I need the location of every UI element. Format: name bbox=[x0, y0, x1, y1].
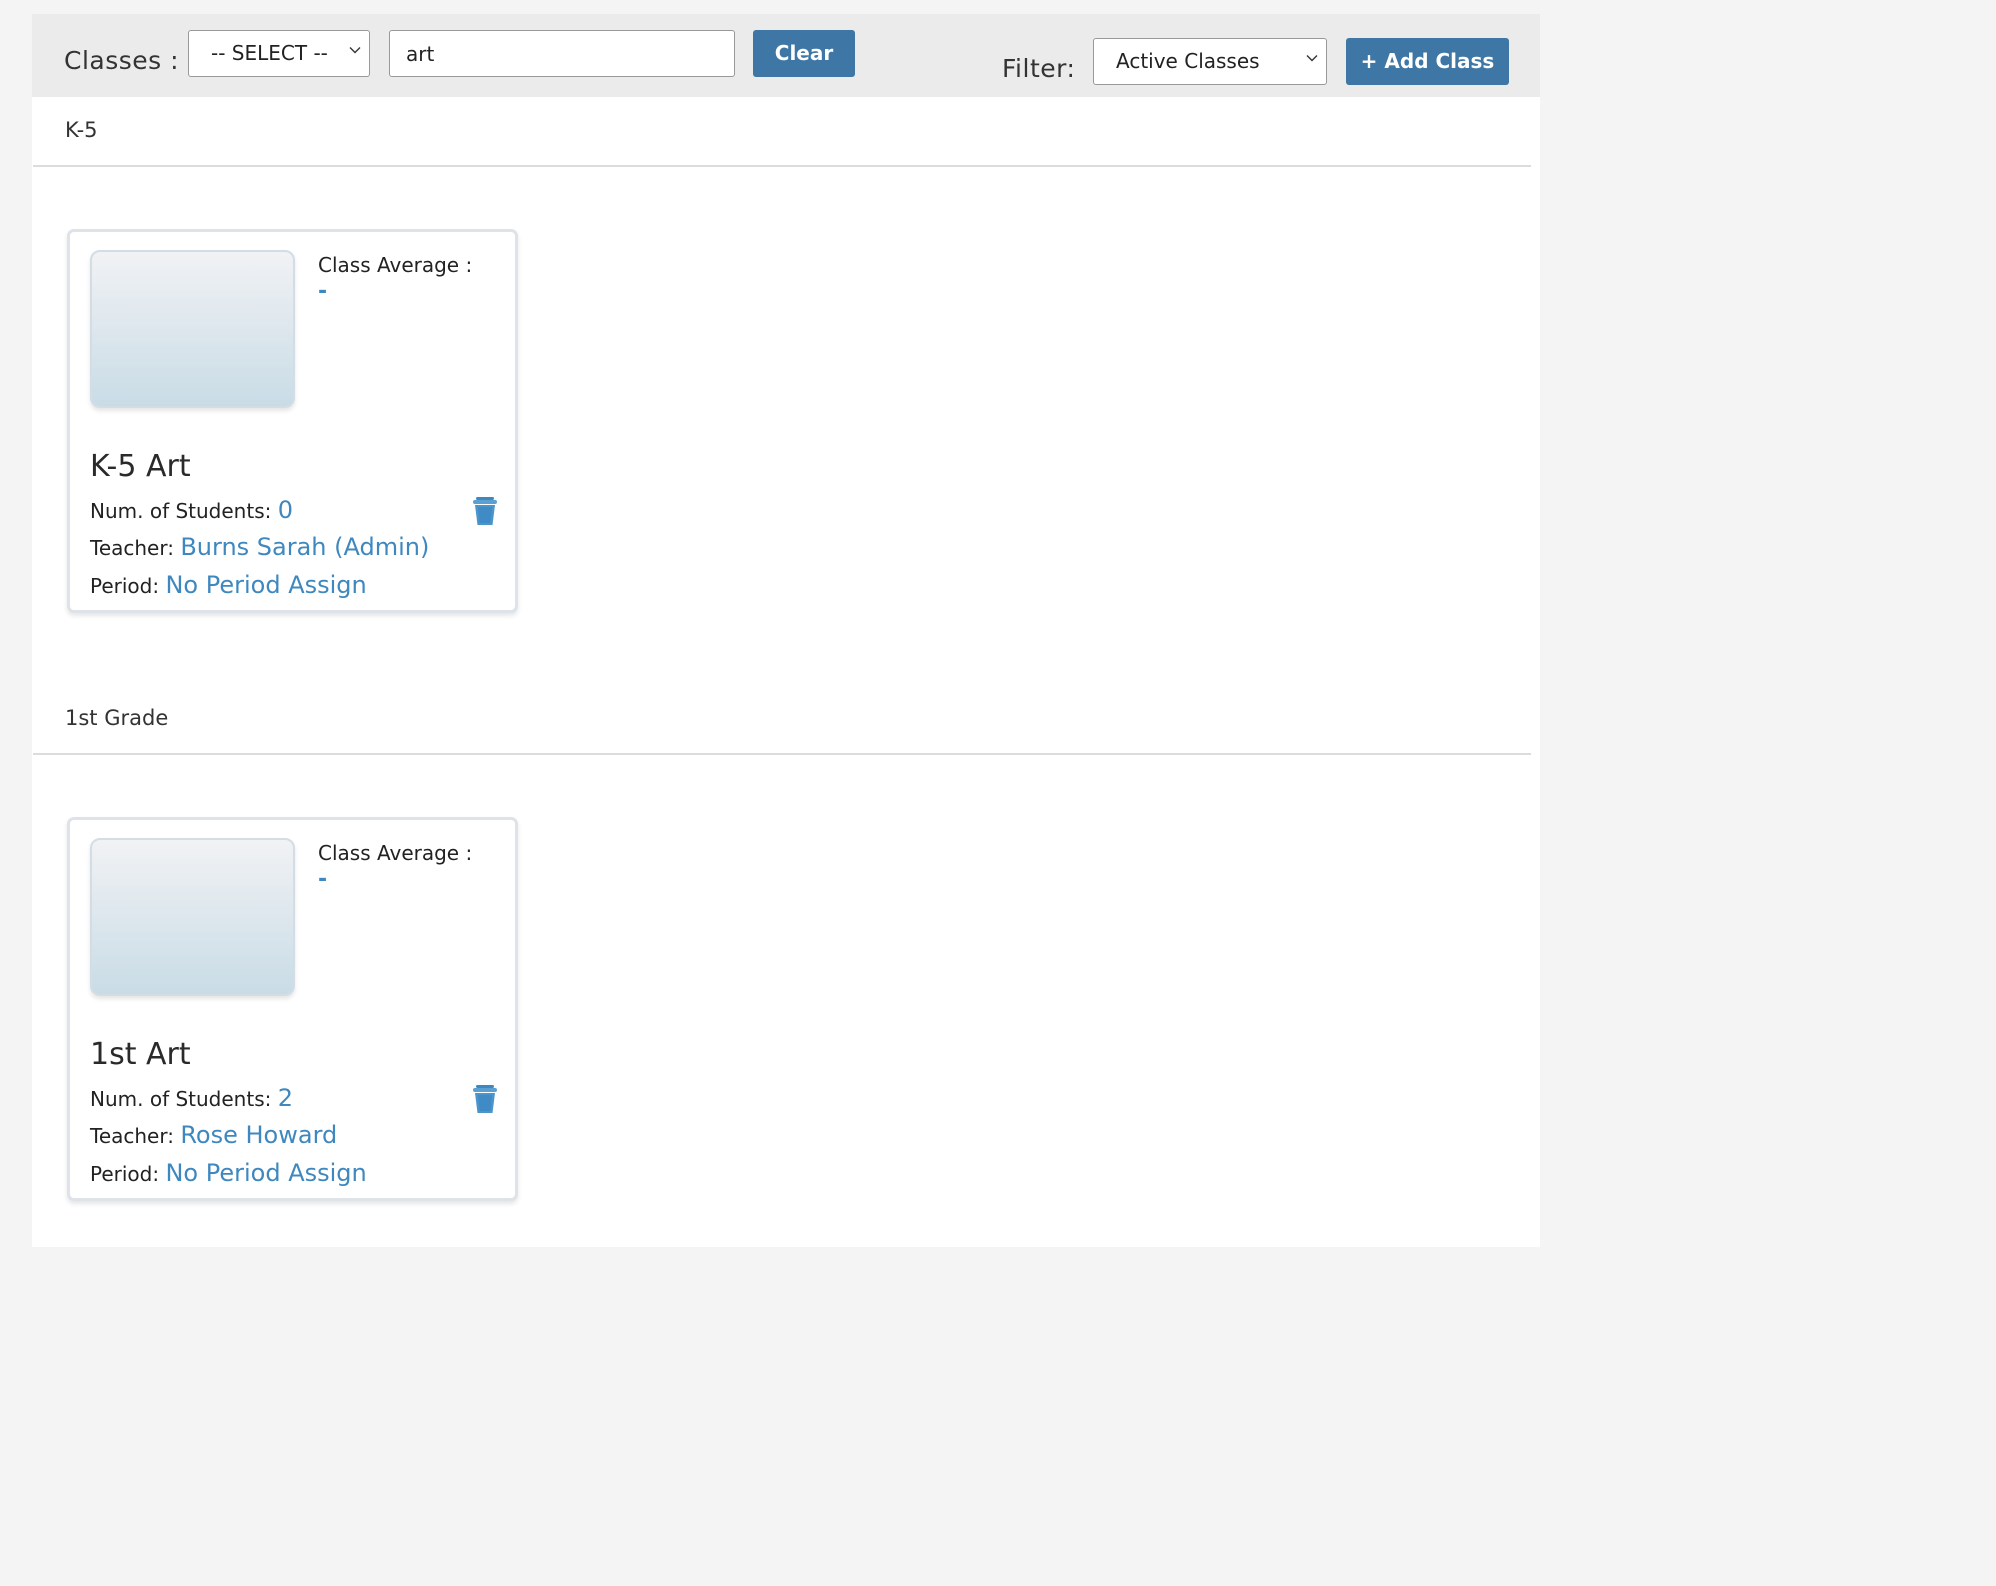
classes-toolbar: Classes : -- SELECT -- Clear Filter: Act… bbox=[32, 14, 1540, 97]
clear-button[interactable]: Clear bbox=[753, 30, 855, 77]
class-average-value: - bbox=[318, 867, 328, 892]
chevron-down-icon bbox=[1306, 55, 1318, 62]
trash-icon[interactable] bbox=[472, 1084, 498, 1114]
group-divider bbox=[33, 753, 1531, 755]
teacher-row: Teacher: Rose Howard bbox=[90, 1121, 337, 1149]
teacher-link[interactable]: Burns Sarah (Admin) bbox=[180, 533, 429, 561]
trash-icon[interactable] bbox=[472, 496, 498, 526]
classes-page: Classes : -- SELECT -- Clear Filter: Act… bbox=[32, 14, 1540, 1247]
class-name[interactable]: 1st Art bbox=[90, 1037, 191, 1072]
period-link[interactable]: No Period Assign bbox=[165, 1159, 366, 1187]
class-thumbnail[interactable] bbox=[90, 250, 295, 408]
class-name[interactable]: K-5 Art bbox=[90, 449, 191, 484]
classes-label: Classes : bbox=[64, 46, 180, 75]
chevron-down-icon bbox=[349, 47, 361, 54]
period-row: Period: No Period Assign bbox=[90, 1159, 367, 1187]
class-card[interactable]: Class Average : - K-5 Art Num. of Studen… bbox=[67, 229, 518, 613]
period-row: Period: No Period Assign bbox=[90, 571, 367, 599]
students-label: Num. of Students: bbox=[90, 1087, 272, 1111]
teacher-label: Teacher: bbox=[90, 536, 174, 560]
filter-select-value: Active Classes bbox=[1116, 49, 1260, 73]
period-link[interactable]: No Period Assign bbox=[165, 571, 366, 599]
group-title: K-5 bbox=[65, 118, 98, 142]
filter-select[interactable]: Active Classes bbox=[1093, 38, 1327, 85]
filter-label: Filter: bbox=[1002, 54, 1076, 83]
group-divider bbox=[33, 165, 1531, 167]
add-class-button[interactable]: + Add Class bbox=[1346, 38, 1509, 85]
period-label: Period: bbox=[90, 574, 160, 598]
group-title: 1st Grade bbox=[65, 706, 169, 730]
teacher-label: Teacher: bbox=[90, 1124, 174, 1148]
students-row: Num. of Students: 0 bbox=[90, 496, 293, 524]
students-label: Num. of Students: bbox=[90, 499, 272, 523]
teacher-link[interactable]: Rose Howard bbox=[180, 1121, 337, 1149]
students-row: Num. of Students: 2 bbox=[90, 1084, 293, 1112]
class-select[interactable]: -- SELECT -- bbox=[188, 30, 370, 77]
students-count[interactable]: 0 bbox=[278, 496, 293, 524]
period-label: Period: bbox=[90, 1162, 160, 1186]
class-search-input[interactable] bbox=[389, 30, 735, 77]
class-thumbnail[interactable] bbox=[90, 838, 295, 996]
class-average-value: - bbox=[318, 279, 328, 304]
students-count[interactable]: 2 bbox=[278, 1084, 293, 1112]
class-average-label: Class Average : bbox=[318, 841, 473, 865]
class-average-label: Class Average : bbox=[318, 253, 473, 277]
teacher-row: Teacher: Burns Sarah (Admin) bbox=[90, 533, 429, 561]
class-card[interactable]: Class Average : - 1st Art Num. of Studen… bbox=[67, 817, 518, 1201]
class-select-value: -- SELECT -- bbox=[211, 41, 328, 65]
